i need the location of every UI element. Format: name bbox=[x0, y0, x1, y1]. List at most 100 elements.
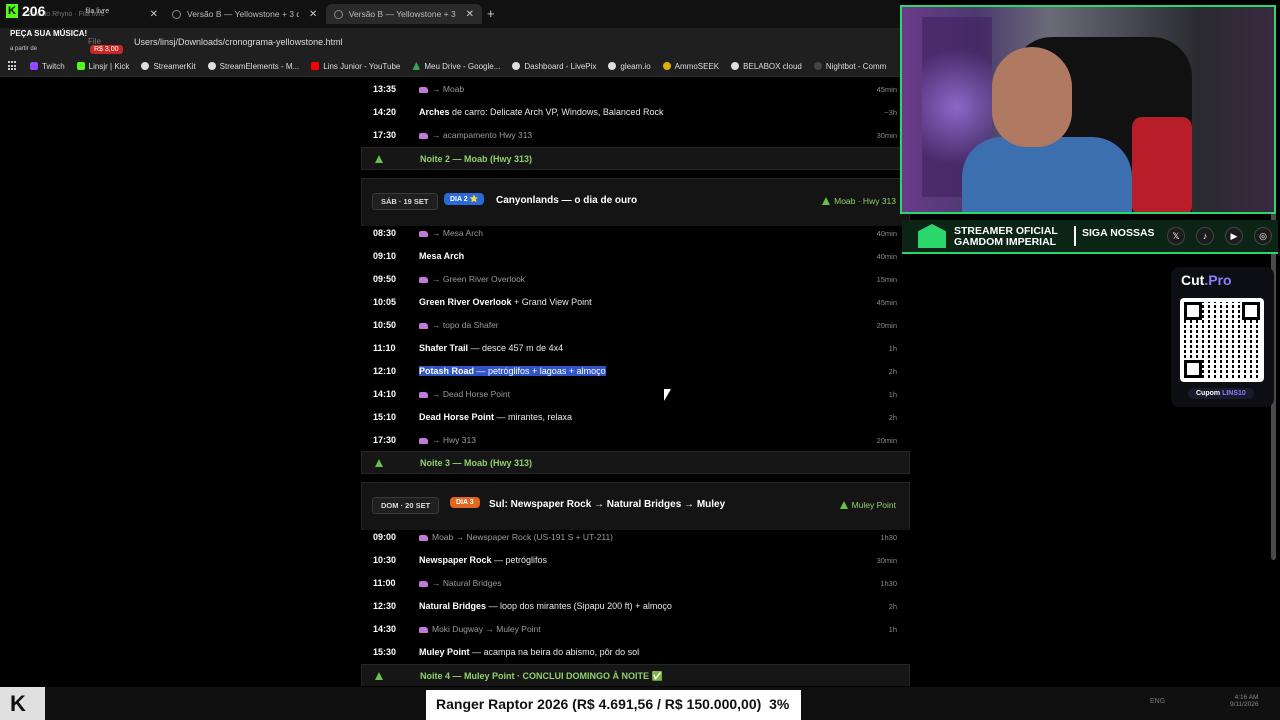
bookmark-streamelements[interactable]: StreamElements - M... bbox=[207, 62, 299, 71]
row-duration: 1h bbox=[888, 390, 897, 399]
schedule-row: 17:30 → acampamento Hwy 313 30min bbox=[361, 124, 910, 147]
streamer-body bbox=[962, 137, 1132, 212]
selected-text: Potash Road — petróglifos + lagoas + alm… bbox=[419, 366, 606, 376]
close-icon[interactable]: ✕ bbox=[150, 9, 158, 20]
schedule-row: 15:10 Dead Horse Point — mirantes, relaxa… bbox=[361, 406, 910, 429]
bookmark-label: Dashboard - LivePix bbox=[524, 61, 597, 71]
bookmark-nightbot[interactable]: Nightbot - Comm bbox=[813, 61, 887, 71]
schedule-row: 11:00 → Natural Bridges 1h30 bbox=[361, 572, 910, 595]
close-icon[interactable]: ✕ bbox=[309, 9, 317, 20]
tent-icon bbox=[839, 501, 848, 509]
row-duration: 45min bbox=[876, 85, 897, 94]
kick-icon bbox=[76, 62, 85, 70]
schedule-row: 12:10 Potash Road — petróglifos + lagoas … bbox=[361, 360, 910, 383]
schedule-row: 08:30 → Mesa Arch 40min bbox=[361, 222, 910, 245]
row-desc-text: — desce 457 m de 4x4 bbox=[468, 343, 564, 353]
instagram-icon: ◎ bbox=[1254, 227, 1272, 245]
bookmark-label: StreamerKit bbox=[153, 61, 196, 71]
kick-follower-widget: K 206 fila livre bbox=[6, 3, 109, 19]
row-desc-text: + Grand View Point bbox=[511, 297, 592, 307]
row-desc: Green River Overlook + Grand View Point bbox=[419, 297, 592, 307]
row-desc: Shafer Trail — desce 457 m de 4x4 bbox=[419, 343, 563, 353]
belabox-icon bbox=[731, 62, 740, 70]
row-time: 15:10 bbox=[373, 412, 397, 422]
banner-follow: SIGA NOSSAS bbox=[1082, 227, 1155, 239]
coupon-label: Cupom bbox=[1196, 390, 1221, 397]
night-row: Noite 2 — Moab (Hwy 313) bbox=[361, 147, 910, 170]
system-clock: 4:16 AM 9/11/2026 bbox=[1230, 694, 1258, 708]
row-time: 15:30 bbox=[373, 647, 397, 657]
bookmark-label: Nightbot - Comm bbox=[825, 61, 887, 71]
bookmark-livepix[interactable]: Dashboard - LivePix bbox=[512, 62, 596, 71]
goal-percent: 3% bbox=[769, 696, 790, 712]
streamer-head bbox=[992, 47, 1072, 147]
bookmarks-bar: Twitch Linsjr | Kick StreamerKit StreamE… bbox=[0, 56, 900, 77]
row-desc: → Dead Horse Point bbox=[419, 389, 510, 399]
row-desc-text: Moki Dugway → Muley Point bbox=[432, 624, 541, 634]
day-header: DOM · 20 SET DIA 3 Sul: Newspaper Rock →… bbox=[361, 482, 910, 530]
row-duration: 30min bbox=[876, 131, 897, 140]
day-location-text: Muley Point bbox=[851, 500, 896, 510]
mouse-cursor-icon bbox=[664, 389, 671, 401]
qr-code-icon bbox=[1180, 298, 1264, 382]
drive-icon bbox=[412, 62, 421, 70]
schedule-row: 15:30 Muley Point — acampa na beira do ab… bbox=[361, 641, 910, 664]
row-desc: → acampamento Hwy 313 bbox=[419, 130, 532, 140]
car-icon bbox=[419, 322, 428, 329]
new-tab-icon[interactable]: + bbox=[487, 6, 495, 21]
row-time: 14:10 bbox=[373, 389, 397, 399]
bookmark-twitch[interactable]: Twitch bbox=[30, 62, 65, 71]
row-duration: 1h bbox=[888, 344, 897, 353]
taskbar-brand-letter: K bbox=[10, 691, 26, 716]
row-duration: 15min bbox=[876, 275, 897, 284]
row-desc: → Mesa Arch bbox=[419, 228, 483, 238]
day-badge: DIA 2 ⭐ bbox=[444, 193, 485, 205]
row-duration: 45min bbox=[876, 298, 897, 307]
day-title: Sul: Newspaper Rock → Natural Bridges → … bbox=[489, 499, 726, 510]
row-desc-text: — petróglifos bbox=[491, 555, 548, 565]
bookmark-gleam[interactable]: gleam.io bbox=[608, 61, 651, 71]
row-time: 12:10 bbox=[373, 366, 397, 376]
close-icon[interactable]: ✕ bbox=[466, 9, 474, 20]
row-desc: Natural Bridges — loop dos mirantes (Sip… bbox=[419, 601, 672, 611]
row-time: 11:10 bbox=[373, 343, 396, 353]
row-place: Green River Overlook bbox=[419, 297, 512, 307]
schedule-row: 10:05 Green River Overlook + Grand View P… bbox=[361, 291, 910, 314]
bookmark-label: Lins Junior - YouTube bbox=[323, 61, 401, 71]
row-desc: → Moab bbox=[419, 84, 464, 94]
youtube-icon: ▶ bbox=[1225, 227, 1243, 245]
row-desc: Arches de carro: Delicate Arch VP, Windo… bbox=[419, 107, 663, 117]
bookmark-drive[interactable]: Meu Drive - Google... bbox=[412, 62, 500, 71]
schedule-row: 14:20 Arches de carro: Delicate Arch VP,… bbox=[361, 101, 910, 124]
row-desc-text: → Green River Overlook bbox=[432, 274, 526, 284]
song-request-from: a partir de bbox=[10, 46, 38, 52]
row-desc-text: → Natural Bridges bbox=[432, 578, 502, 588]
night-label: Noite 3 — Moab (Hwy 313) bbox=[420, 458, 533, 468]
bookmark-belabox[interactable]: BELABOX cloud bbox=[731, 62, 802, 71]
sponsor-banner: STREAMER OFICIAL GAMDOM IMPERIAL SIGA NO… bbox=[902, 220, 1278, 254]
bookmark-label: Linsjr | Kick bbox=[88, 61, 130, 71]
row-desc-text: → Dead Horse Point bbox=[432, 389, 510, 399]
bookmark-youtube[interactable]: Lins Junior - YouTube bbox=[311, 62, 400, 71]
row-desc: Moki Dugway → Muley Point bbox=[419, 624, 541, 634]
bookmark-label: gleam.io bbox=[620, 61, 651, 71]
url-input[interactable]: Users/linsj/Downloads/cronograma-yellows… bbox=[134, 37, 343, 47]
nightbot-icon bbox=[813, 62, 822, 70]
car-icon bbox=[419, 132, 428, 139]
row-time: 09:00 bbox=[373, 532, 397, 542]
address-bar: File Users/linsj/Downloads/cronograma-ye… bbox=[0, 28, 900, 56]
bookmark-kick[interactable]: Linsjr | Kick bbox=[76, 61, 130, 71]
night-label: Noite 2 — Moab (Hwy 313) bbox=[420, 154, 533, 164]
car-icon bbox=[419, 534, 428, 541]
apps-grid-icon[interactable] bbox=[8, 61, 18, 71]
taskbar-brand: K bbox=[0, 687, 45, 720]
row-desc: → Green River Overlook bbox=[419, 274, 525, 284]
day-date: DOM · 20 SET bbox=[372, 497, 440, 514]
bookmark-streamerkit[interactable]: StreamerKit bbox=[141, 61, 196, 71]
row-time: 08:30 bbox=[373, 228, 397, 238]
tab-3-active[interactable]: Versão B — Yellowstone + 3 di ✕ bbox=[326, 4, 482, 24]
tent-icon bbox=[375, 155, 383, 163]
day-date: SÁB · 19 SET bbox=[372, 193, 438, 210]
bookmark-ammoseek[interactable]: AmmoSEEK bbox=[662, 62, 719, 71]
tab-2[interactable]: Versão B — Yellowstone + 3 di ✕ bbox=[172, 4, 322, 24]
